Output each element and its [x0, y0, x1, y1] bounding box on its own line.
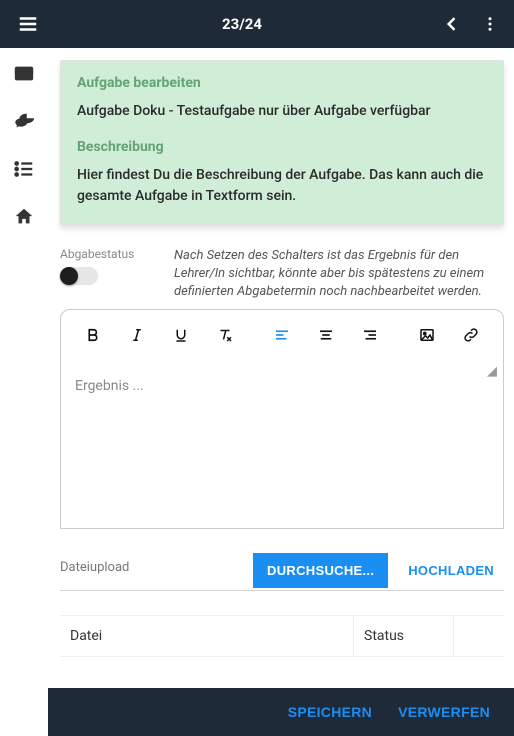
align-center-icon[interactable] [304, 322, 348, 348]
editor-placeholder: Ergebnis ... [75, 378, 489, 394]
description-text: Hier findest Du die Beschreibung der Auf… [77, 165, 487, 206]
main-content: Aufgabe bearbeiten Aufgabe Doku - Testau… [48, 48, 514, 688]
footer-bar: SPEICHERN VERWERFEN [48, 688, 514, 736]
file-table: Datei Status [60, 615, 504, 688]
italic-icon[interactable] [115, 322, 159, 348]
hamburger-menu-icon[interactable] [8, 13, 48, 35]
table-body-empty [60, 657, 504, 688]
link-icon[interactable] [449, 322, 493, 348]
submission-status-toggle[interactable] [60, 267, 98, 285]
more-vertical-icon[interactable] [474, 15, 506, 33]
file-upload-row: Dateiupload DURCHSUCHE... HOCHLADEN [60, 553, 504, 591]
rich-text-editor: ◢ Ergebnis ... [60, 309, 504, 529]
upload-button[interactable]: HOCHLADEN [398, 553, 504, 588]
chat-icon[interactable] [13, 110, 35, 132]
resize-handle-icon[interactable]: ◢ [487, 364, 497, 379]
table-header: Datei Status [60, 615, 504, 657]
file-upload-label: Dateiupload [60, 560, 243, 581]
chevron-left-icon[interactable] [436, 14, 468, 34]
align-right-icon[interactable] [348, 322, 392, 348]
clear-formatting-icon[interactable] [203, 322, 247, 348]
description-heading: Beschreibung [77, 139, 487, 155]
align-left-icon[interactable] [260, 322, 304, 348]
editor-textarea[interactable]: ◢ Ergebnis ... [61, 360, 503, 528]
top-bar: 23/24 [0, 0, 514, 48]
submission-status-label: Abgabestatus [60, 247, 160, 261]
page-title: 23/24 [48, 15, 436, 33]
column-actions [454, 616, 504, 656]
underline-icon[interactable] [159, 322, 203, 348]
home-icon[interactable] [13, 206, 35, 228]
list-icon[interactable] [13, 158, 35, 180]
edit-task-heading: Aufgabe bearbeiten [77, 75, 487, 91]
task-title-text: Aufgabe Doku - Testaufgabe nur über Aufg… [77, 101, 487, 121]
toggle-knob [60, 267, 78, 285]
sidebar [0, 48, 48, 688]
image-icon[interactable] [405, 322, 449, 348]
browse-button[interactable]: DURCHSUCHE... [253, 553, 388, 588]
task-info-card: Aufgabe bearbeiten Aufgabe Doku - Testau… [60, 60, 504, 225]
column-status: Status [354, 616, 454, 656]
submission-status-help: Nach Setzen des Schalters ist das Ergebn… [174, 247, 504, 302]
column-file: Datei [60, 616, 354, 656]
save-button[interactable]: SPEICHERN [278, 694, 382, 730]
editor-toolbar [61, 310, 503, 360]
submission-status-row: Abgabestatus Nach Setzen des Schalters i… [60, 247, 504, 302]
discard-button[interactable]: VERWERFEN [388, 694, 500, 730]
card-icon[interactable] [13, 62, 35, 84]
bold-icon[interactable] [71, 322, 115, 348]
